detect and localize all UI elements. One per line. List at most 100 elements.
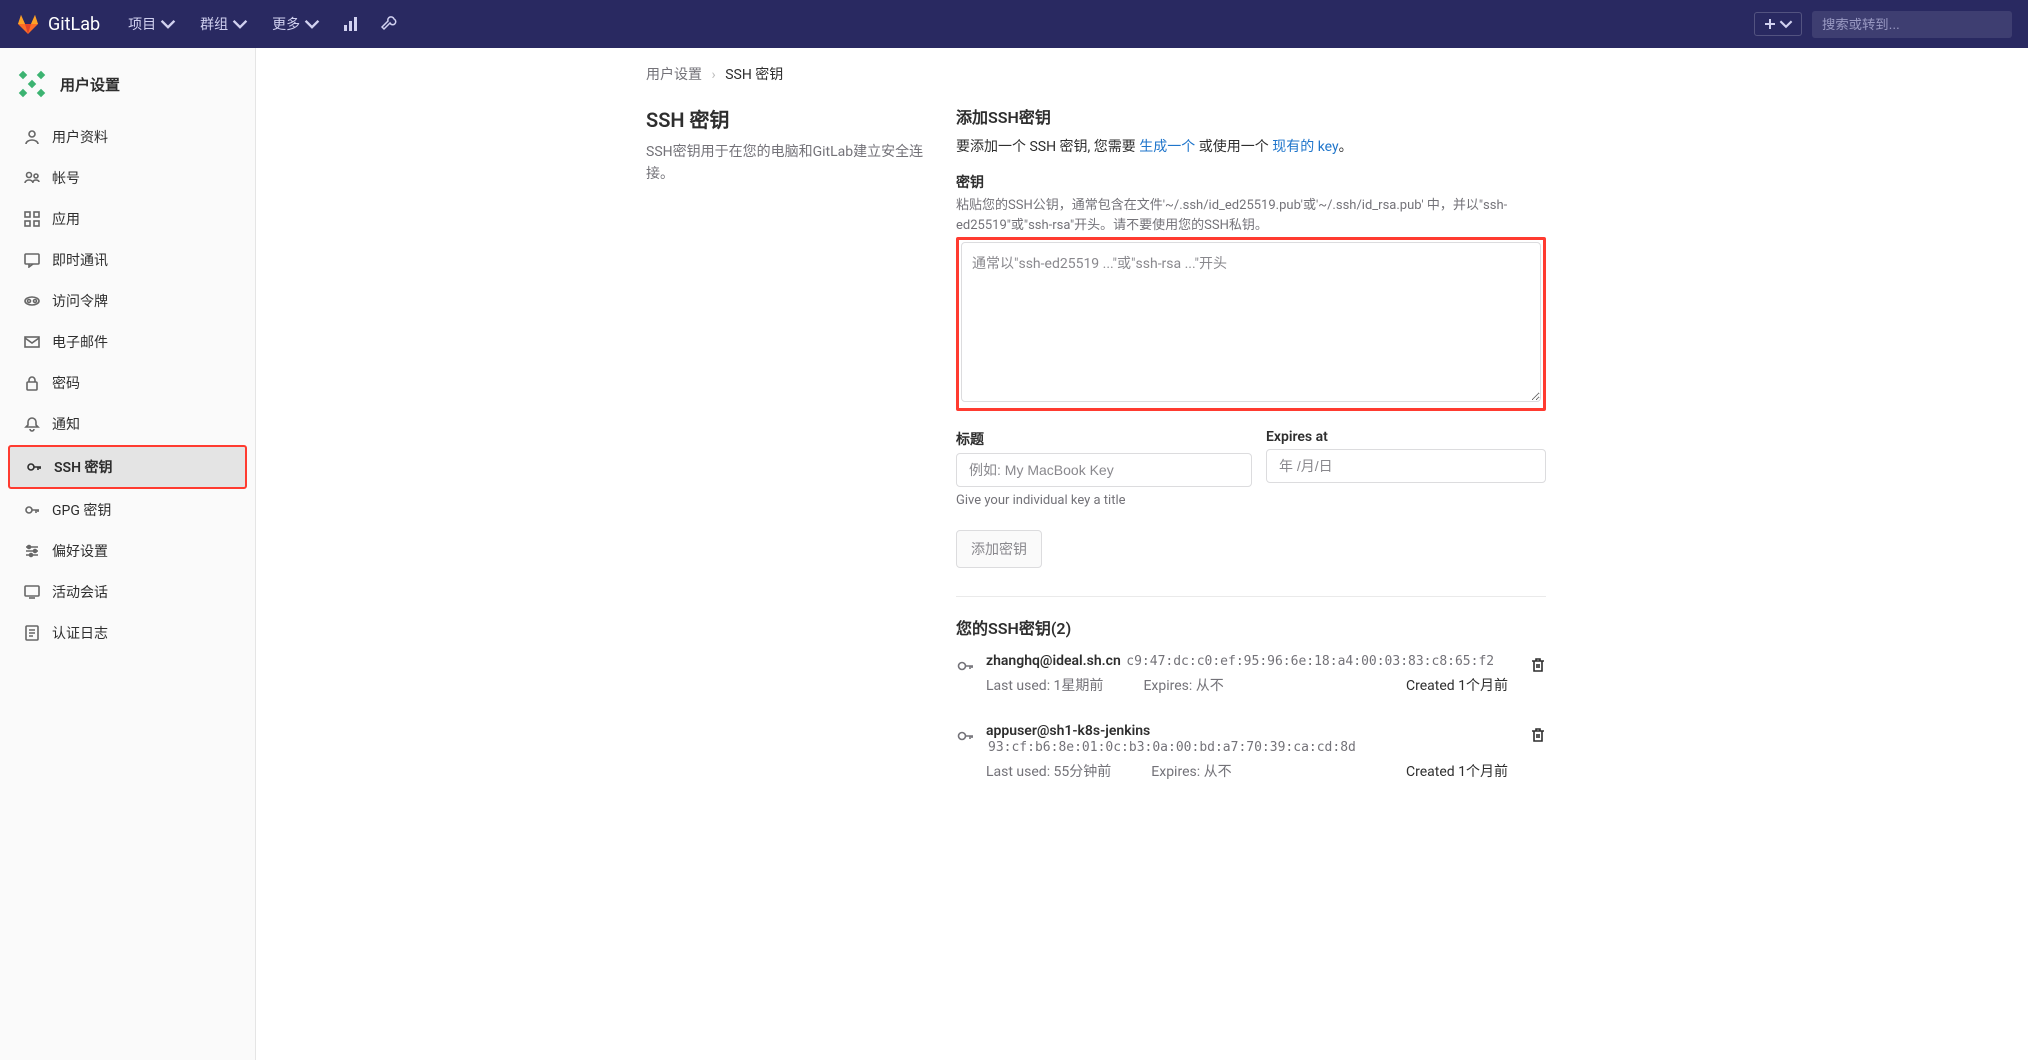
title-label: 标题 xyxy=(956,429,1252,449)
generate-key-link[interactable]: 生成一个 xyxy=(1139,139,1195,155)
breadcrumb: 用户设置 › SSH 密钥 xyxy=(646,64,1546,84)
title-help: Give your individual key a title xyxy=(956,493,1252,508)
sidebar-item-label: 即时通讯 xyxy=(52,250,108,270)
mail-icon xyxy=(24,334,40,350)
keys-list-title: 您的SSH密钥(2) xyxy=(956,615,1546,639)
sidebar-item-preferences[interactable]: 偏好设置 xyxy=(8,531,247,571)
key-textarea[interactable] xyxy=(961,242,1541,402)
user-icon xyxy=(24,129,40,145)
delete-key-button[interactable] xyxy=(1530,657,1546,677)
key-expires: Expires: 从不 xyxy=(1151,761,1231,781)
bell-icon xyxy=(24,416,40,432)
key-help: 粘贴您的SSH公钥，通常包含在文件'~/.ssh/id_ed25519.pub'… xyxy=(956,196,1546,235)
sidebar-item-notifications[interactable]: 通知 xyxy=(8,404,247,444)
sidebar-item-account[interactable]: 帐号 xyxy=(8,158,247,198)
add-key-title: 添加SSH密钥 xyxy=(956,104,1546,128)
key-fingerprint: 93:cf:b6:8e:01:0c:b3:0a:00:bd:a7:70:39:c… xyxy=(988,740,1356,755)
session-icon xyxy=(24,584,40,600)
nav-groups[interactable]: 群组 xyxy=(188,14,260,34)
sidebar-item-ssh-keys[interactable]: SSH 密钥 xyxy=(8,445,247,489)
breadcrumb-current: SSH 密钥 xyxy=(725,67,783,83)
sidebar-item-label: 帐号 xyxy=(52,168,80,188)
log-icon xyxy=(24,625,40,641)
sidebar-item-chat[interactable]: 即时通讯 xyxy=(8,240,247,280)
breadcrumb-parent[interactable]: 用户设置 xyxy=(646,67,702,83)
avatar-icon xyxy=(16,68,48,100)
key-textarea-highlight xyxy=(956,237,1546,411)
sidebar-item-sessions[interactable]: 活动会话 xyxy=(8,572,247,612)
sidebar-header: 用户设置 xyxy=(0,56,255,116)
gitlab-logo[interactable]: GitLab xyxy=(16,12,100,36)
chevron-down-icon xyxy=(1779,17,1793,31)
nav-more-label: 更多 xyxy=(272,14,300,34)
ssh-key-row: zhanghq@ideal.sh.cn c9:47:dc:c0:ef:95:96… xyxy=(956,639,1546,709)
key-name[interactable]: zhanghq@ideal.sh.cn xyxy=(986,653,1121,669)
sidebar-item-auth-log[interactable]: 认证日志 xyxy=(8,613,247,653)
add-key-intro: 要添加一个 SSH 密钥, 您需要 生成一个 或使用一个 现有的 key。 xyxy=(956,136,1546,158)
token-icon xyxy=(24,293,40,309)
delete-key-button[interactable] xyxy=(1530,727,1546,747)
plus-icon xyxy=(1763,17,1777,31)
brand-text: GitLab xyxy=(48,14,100,35)
pref-icon xyxy=(24,543,40,559)
chat-icon xyxy=(24,252,40,268)
key-name[interactable]: appuser@sh1-k8s-jenkins xyxy=(986,723,1150,739)
intro-text: 或使用一个 xyxy=(1195,139,1272,155)
sidebar-item-label: 应用 xyxy=(52,209,80,229)
sidebar-item-email[interactable]: 电子邮件 xyxy=(8,322,247,362)
key-icon xyxy=(24,502,40,518)
main-content: 用户设置 › SSH 密钥 SSH 密钥 SSH密钥用于在您的电脑和GitLab… xyxy=(256,48,1516,1060)
sidebar-item-label: 密码 xyxy=(52,373,80,393)
sidebar: 用户设置 用户资料 帐号 应用 即时通讯 访问令牌 电子邮件 密码 xyxy=(0,48,256,1060)
page-desc: SSH密钥用于在您的电脑和GitLab建立安全连接。 xyxy=(646,141,926,186)
key-last-used: Last used: 1星期前 xyxy=(986,675,1103,695)
sidebar-item-label: 通知 xyxy=(52,414,80,434)
nav-projects-label: 项目 xyxy=(128,14,156,34)
chevron-down-icon xyxy=(160,16,176,32)
lock-icon xyxy=(24,375,40,391)
title-input[interactable] xyxy=(956,453,1252,487)
breadcrumb-separator: › xyxy=(711,67,715,83)
add-key-button[interactable]: 添加密钥 xyxy=(956,530,1042,568)
key-icon xyxy=(956,653,974,679)
sidebar-item-label: 用户资料 xyxy=(52,127,108,147)
intro-text: 。 xyxy=(1339,139,1353,155)
nav-wrench-icon[interactable] xyxy=(370,15,408,33)
sidebar-item-label: 认证日志 xyxy=(52,623,108,643)
sidebar-item-label: 电子邮件 xyxy=(52,332,108,352)
sidebar-item-profile[interactable]: 用户资料 xyxy=(8,117,247,157)
key-icon xyxy=(26,459,42,475)
gitlab-icon xyxy=(16,12,40,36)
key-last-used: Last used: 55分钟前 xyxy=(986,761,1111,781)
nav-new-button[interactable] xyxy=(1754,12,1802,36)
sidebar-item-label: 访问令牌 xyxy=(52,291,108,311)
sidebar-title: 用户设置 xyxy=(60,74,120,95)
nav-analytics-icon[interactable] xyxy=(332,15,370,33)
ssh-key-row: appuser@sh1-k8s-jenkins 93:cf:b6:8e:01:0… xyxy=(956,709,1546,795)
separator xyxy=(956,596,1546,597)
key-expires: Expires: 从不 xyxy=(1143,675,1223,695)
intro-text: 要添加一个 SSH 密钥, 您需要 xyxy=(956,139,1139,155)
key-created: Created 1个月前 xyxy=(1406,675,1508,695)
nav-more[interactable]: 更多 xyxy=(260,14,332,34)
sidebar-item-tokens[interactable]: 访问令牌 xyxy=(8,281,247,321)
key-label: 密钥 xyxy=(956,172,1546,192)
account-icon xyxy=(24,170,40,186)
expires-input[interactable] xyxy=(1266,449,1546,483)
key-icon xyxy=(956,723,974,749)
key-created: Created 1个月前 xyxy=(1406,761,1508,781)
sidebar-item-apps[interactable]: 应用 xyxy=(8,199,247,239)
expires-label: Expires at xyxy=(1266,429,1546,445)
sidebar-item-label: 偏好设置 xyxy=(52,541,108,561)
nav-groups-label: 群组 xyxy=(200,14,228,34)
top-navbar: GitLab 项目 群组 更多 xyxy=(0,0,2028,48)
sidebar-item-gpg-keys[interactable]: GPG 密钥 xyxy=(8,490,247,530)
search-input[interactable] xyxy=(1812,11,2012,38)
sidebar-item-password[interactable]: 密码 xyxy=(8,363,247,403)
sidebar-item-label: GPG 密钥 xyxy=(52,500,111,520)
nav-projects[interactable]: 项目 xyxy=(116,14,188,34)
page-title: SSH 密钥 xyxy=(646,104,926,133)
existing-key-link[interactable]: 现有的 key xyxy=(1272,139,1338,155)
key-fingerprint: c9:47:dc:c0:ef:95:96:6e:18:a4:00:03:83:c… xyxy=(1126,654,1494,669)
trash-icon xyxy=(1530,727,1546,743)
